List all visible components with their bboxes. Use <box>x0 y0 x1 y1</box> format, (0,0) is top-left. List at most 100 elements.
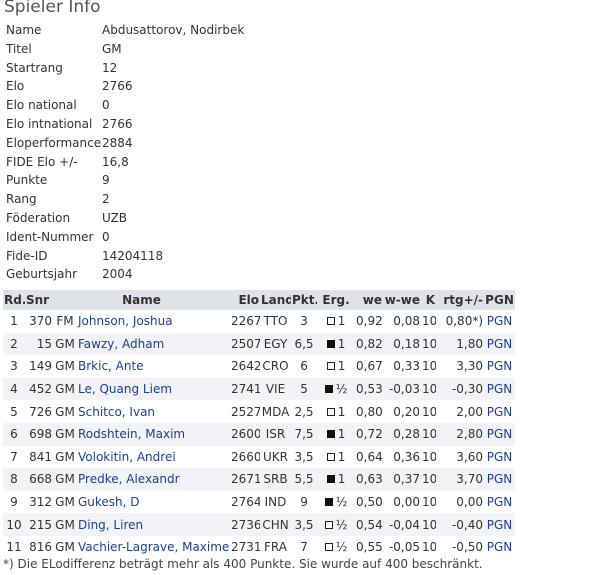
start-number-cell: 452 <box>25 377 53 401</box>
opponent-link[interactable]: Gukesh, D <box>78 495 140 509</box>
we-cell: 0,53 <box>355 377 384 401</box>
start-number-cell: 215 <box>25 513 53 536</box>
black-piece-icon <box>324 385 333 394</box>
opponent-link[interactable]: Volokitin, Andrei <box>78 450 176 464</box>
pgn-link[interactable]: PGN <box>487 382 513 396</box>
k-factor-cell: 10 <box>421 377 437 401</box>
col-header-k: K <box>421 290 437 310</box>
col-header-wwe: w-we <box>383 290 422 310</box>
pgn-link[interactable]: PGN <box>487 427 513 441</box>
result-cell: ½ <box>317 536 355 559</box>
result-cell: 1 <box>317 355 355 378</box>
round-cell: 1 <box>10 314 18 329</box>
col-header-pkt: Pkt. <box>291 290 318 310</box>
pgn-cell: PGN <box>484 513 516 536</box>
info-value: 2004 <box>102 267 133 282</box>
info-value: 2884 <box>102 135 133 150</box>
pgn-link[interactable]: PGN <box>487 405 513 419</box>
opponent-link[interactable]: Vachier-Lagrave, Maxime <box>78 540 229 554</box>
opponent-cell: Predke, Alexandr <box>77 468 231 491</box>
title-cell: GM <box>55 540 75 555</box>
we-cell: 0,67 <box>356 359 383 374</box>
info-value: UZB <box>102 210 128 225</box>
opponent-link[interactable]: Schitco, Ivan <box>78 405 155 419</box>
opponent-cell: Johnson, Joshua <box>77 310 230 333</box>
table-row: 4 452 GM Le, Quang Liem 2741 VIE 5 ½ 0,53 -0,03 10… <box>3 377 516 401</box>
pgn-link[interactable]: PGN <box>487 540 513 554</box>
pgn-link[interactable]: PGN <box>487 314 513 328</box>
pgn-link[interactable]: PGN <box>487 495 513 509</box>
result-value: 1 <box>337 336 346 351</box>
result-cell: 1 <box>317 446 355 469</box>
points-cell: 5 <box>291 377 318 401</box>
info-label: Ident-Nummer <box>6 229 94 244</box>
points-cell: 9 <box>300 495 308 510</box>
info-value: 2 <box>102 192 110 207</box>
opponent-link[interactable]: Johnson, Joshua <box>78 314 173 328</box>
opponent-cell: Brkic, Ante <box>77 355 230 378</box>
result-wrap: 1 <box>318 450 354 464</box>
rating-change-cell: 3,30 <box>456 359 484 374</box>
info-row: Ident-Nummer 0 <box>6 228 244 247</box>
pgn-link[interactable]: PGN <box>487 450 513 464</box>
info-value: GM <box>102 41 122 56</box>
start-number-cell: 312 <box>29 495 52 510</box>
points-cell: 5,5 <box>291 468 318 491</box>
opponent-link[interactable]: Ding, Liren <box>78 518 143 532</box>
info-label: Fide-ID <box>6 248 48 263</box>
opponent-link[interactable]: Le, Quang Liem <box>78 382 172 396</box>
we-cell: 0,82 <box>355 332 384 356</box>
col-header-we: we <box>355 290 384 310</box>
federation-cell: TTO <box>263 314 288 329</box>
start-number-cell: 841 <box>29 449 52 464</box>
opponent-link[interactable]: Fawzy, Adham <box>78 337 164 351</box>
title-cell: FM <box>56 314 74 329</box>
pgn-link[interactable]: PGN <box>487 359 513 373</box>
we-cell: 0,80 <box>356 404 383 419</box>
federation-cell: ISR <box>260 422 292 446</box>
black-piece-icon <box>326 339 335 348</box>
opponent-link[interactable]: Rodshtein, Maxim <box>78 427 185 441</box>
title-cell: GM <box>55 449 75 464</box>
results-table: Rd. Snr Name Elo Land Pkt. Erg. we w-we … <box>3 290 516 559</box>
white-piece-icon <box>324 543 333 552</box>
round-cell: 6 <box>3 422 25 446</box>
elo-cell: 2660 <box>231 449 261 464</box>
title-cell: GM <box>53 468 77 491</box>
elo-cell: 2764 <box>231 495 261 510</box>
result-value: 1 <box>337 472 346 487</box>
w-we-cell: 0,00 <box>393 495 421 510</box>
opponent-link[interactable]: Brkic, Ante <box>78 359 144 373</box>
rating-change-cell: 2,00 <box>456 404 484 419</box>
result-cell: 1 <box>317 310 355 333</box>
opponent-cell: Volokitin, Andrei <box>77 446 230 469</box>
title-cell: GM <box>53 332 77 356</box>
result-wrap: 1 <box>318 337 354 351</box>
opponent-link[interactable]: Predke, Alexandr <box>78 472 180 486</box>
federation-cell: EGY <box>260 332 292 356</box>
elo-cell: 2642 <box>231 359 261 374</box>
title-cell: GM <box>53 422 77 446</box>
page-heading: Spieler Info <box>4 0 101 17</box>
pgn-link[interactable]: PGN <box>487 472 513 486</box>
opponent-cell: Le, Quang Liem <box>77 377 231 401</box>
col-header-erg: Erg. <box>317 290 356 310</box>
pgn-cell: PGN <box>484 446 515 469</box>
k-factor-cell: 10 <box>422 540 437 555</box>
result-wrap: 1 <box>318 314 354 328</box>
result-cell: ½ <box>317 377 356 401</box>
k-factor-cell: 10 <box>422 359 437 374</box>
result-value: ½ <box>335 495 348 510</box>
round-cell: 4 <box>3 377 25 401</box>
pgn-link[interactable]: PGN <box>487 518 513 532</box>
info-value: Abdusattorov, Nodirbek <box>102 23 245 37</box>
opponent-cell: Fawzy, Adham <box>77 332 231 356</box>
pgn-link[interactable]: PGN <box>487 337 513 351</box>
rating-change-cell: -0,50 <box>451 540 484 555</box>
table-row: 11 816 GM Vachier-Lagrave, Maxime 2731 FRA 7 ½ 0… <box>3 536 515 559</box>
k-factor-cell: 10 <box>421 513 437 536</box>
rating-change-cell: 0,00 <box>456 495 484 510</box>
k-factor-cell: 10 <box>422 314 437 329</box>
info-value: 12 <box>102 60 118 75</box>
k-factor-cell: 10 <box>422 404 437 419</box>
